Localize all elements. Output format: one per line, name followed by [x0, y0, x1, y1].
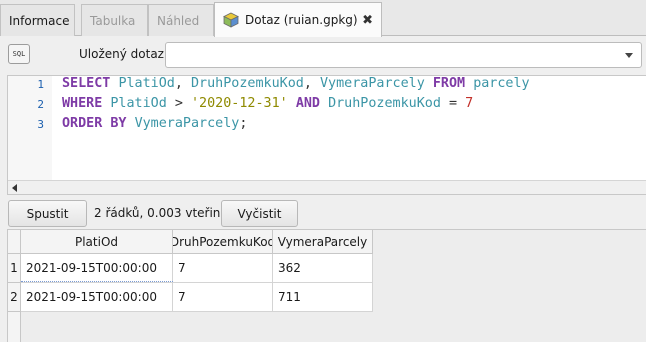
- sql-token: PlatiOd: [118, 76, 175, 91]
- sql-token: VymeraParcely: [134, 116, 240, 131]
- column-header[interactable]: PlatiOd: [21, 230, 173, 254]
- tab-dotaz[interactable]: Dotaz (ruian.gpkg) ✖: [214, 2, 382, 37]
- row-header[interactable]: 2: [8, 283, 21, 312]
- sql-token: VymeraParcely: [320, 76, 425, 91]
- sql-icon-text: SQL: [12, 50, 26, 58]
- sql-token: PlatiOd: [110, 96, 167, 111]
- sql-token: DruhPozemkuKod: [191, 76, 304, 91]
- column-header[interactable]: VymeraParcely: [273, 230, 373, 254]
- sql-token: FROM: [432, 76, 466, 91]
- horizontal-scrollbar[interactable]: [8, 180, 646, 194]
- sql-token: WHERE: [62, 96, 103, 111]
- sql-token: AND: [295, 96, 320, 111]
- saved-query-label: Uložený dotaz: [79, 47, 164, 61]
- table-cell[interactable]: 711: [273, 283, 373, 312]
- tab-label: Tabulka: [90, 13, 136, 28]
- table-cell[interactable]: 362: [273, 254, 373, 283]
- clear-button[interactable]: Vyčistit: [221, 200, 298, 227]
- tab-nahled[interactable]: Náhled: [148, 4, 214, 36]
- line-number: 2: [37, 98, 44, 111]
- table-cell[interactable]: 2021-09-15T00:00:00: [21, 283, 173, 312]
- scroll-left-icon[interactable]: [12, 184, 17, 192]
- cell-focus-indicator: [21, 281, 173, 282]
- close-tab-icon[interactable]: ✖: [362, 13, 373, 28]
- sql-token: >: [166, 96, 191, 111]
- sql-token: '2020-12-31': [191, 96, 288, 111]
- table-cell[interactable]: 2021-09-15T00:00:00: [21, 254, 173, 283]
- table-cell[interactable]: 7: [173, 283, 273, 312]
- query-status: 2 řádků, 0.003 vteřin: [94, 206, 221, 220]
- table-corner[interactable]: [8, 230, 21, 254]
- tab-label: Informace: [9, 13, 70, 28]
- tab-tabulka[interactable]: Tabulka: [81, 4, 148, 36]
- sql-token: SELECT: [62, 76, 111, 91]
- run-button-label: Spustit: [26, 206, 69, 221]
- tab-bar: Informace Tabulka Náhled Dotaz (ruian.gp…: [0, 0, 646, 37]
- tab-informace[interactable]: Informace: [0, 4, 75, 36]
- sql-token: 7: [465, 96, 474, 111]
- sql-token: =: [440, 96, 466, 111]
- tab-label: Náhled: [157, 13, 200, 28]
- sql-icon[interactable]: SQL: [8, 44, 30, 64]
- run-button[interactable]: Spustit: [8, 200, 87, 227]
- sql-token: ;: [239, 116, 248, 131]
- chevron-down-icon: [625, 53, 633, 58]
- code-line: WHERE PlatiOd > '2020-12-31' AND DruhPoz…: [62, 96, 473, 111]
- row-header[interactable]: 1: [8, 254, 21, 283]
- sql-editor[interactable]: 1 2 3 SELECT PlatiOd, DruhPozemkuKod, Vy…: [7, 75, 646, 195]
- sql-token: DruhPozemkuKod: [328, 96, 441, 111]
- saved-query-select[interactable]: [165, 42, 642, 68]
- sql-token: ,: [174, 76, 191, 91]
- line-number: 3: [37, 118, 44, 131]
- sql-token: ,: [303, 76, 320, 91]
- row-header-filler: [8, 312, 21, 342]
- sql-token: parcely: [473, 76, 530, 91]
- line-number: 1: [37, 78, 44, 91]
- column-header[interactable]: DruhPozemkuKod: [173, 230, 273, 254]
- sql-token: ORDER BY: [62, 116, 127, 131]
- code-line: ORDER BY VymeraParcely;: [62, 116, 247, 131]
- tab-label: Dotaz (ruian.gpkg): [245, 13, 358, 27]
- code-line: SELECT PlatiOd, DruhPozemkuKod, VymeraPa…: [62, 76, 530, 91]
- database-icon: [223, 12, 239, 28]
- table-cell[interactable]: 7: [173, 254, 273, 283]
- results-table: PlatiOd DruhPozemkuKod VymeraParcely 1 2…: [7, 229, 646, 342]
- clear-button-label: Vyčistit: [237, 206, 282, 221]
